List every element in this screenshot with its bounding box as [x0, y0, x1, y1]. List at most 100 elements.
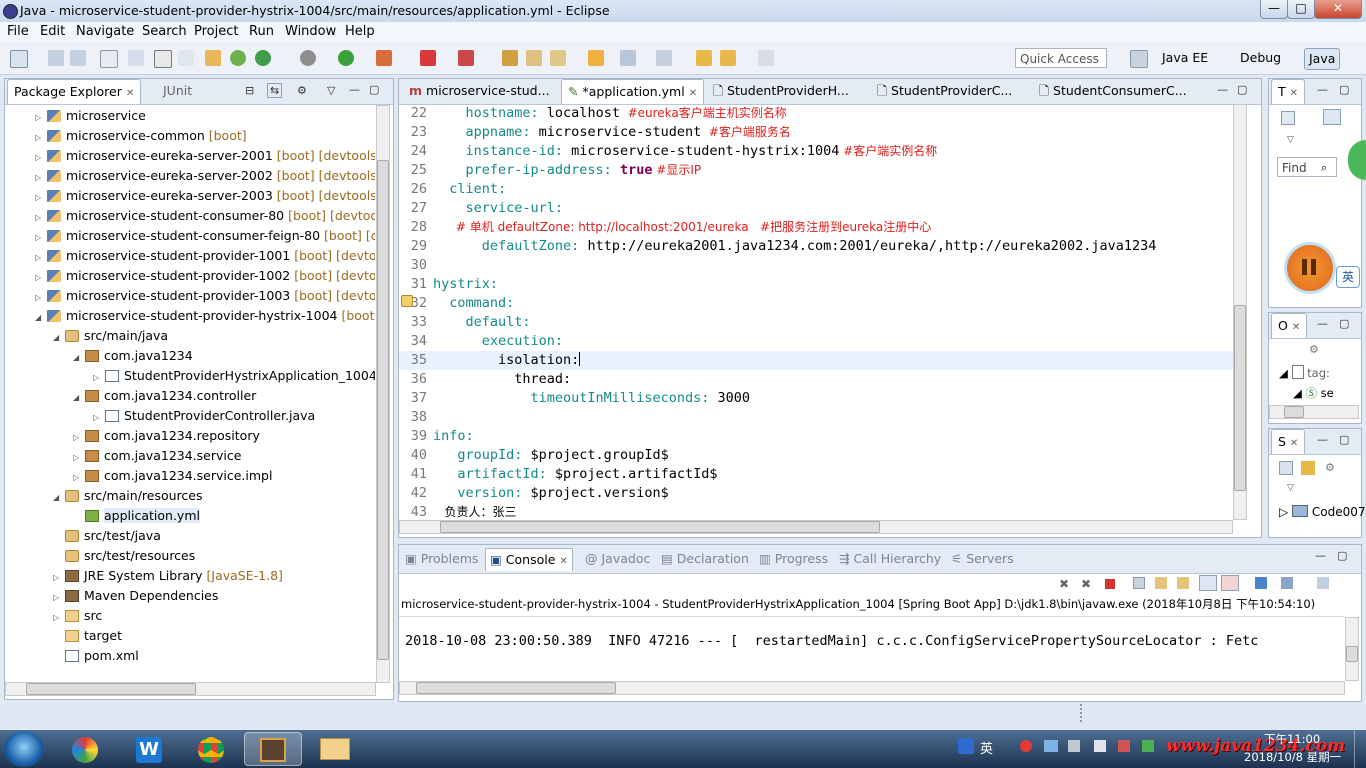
outline-toolbar-icon[interactable]: ⚙ — [1309, 343, 1319, 356]
tree-item[interactable]: ▷ JRE System Library [JavaSE-1.8] — [5, 566, 375, 586]
tree-item[interactable]: ◢ microservice-student-provider-hystrix-1… — [5, 306, 375, 326]
minimize-view-button[interactable]: — — [1315, 549, 1326, 562]
refresh-icon[interactable] — [230, 50, 246, 66]
open-task-icon[interactable] — [526, 50, 542, 66]
menu-run[interactable]: Run — [249, 24, 274, 39]
tray-usb-icon[interactable] — [1094, 740, 1106, 752]
record-pause-icon[interactable] — [1284, 242, 1336, 294]
tab-editor-student-provider-c[interactable]: 🗋 StudentProviderC... — [871, 79, 1018, 103]
menu-search[interactable]: Search — [142, 24, 187, 39]
tab-javadoc[interactable]: @ Javadoc — [585, 548, 650, 570]
maximize-view-button[interactable]: ▢ — [1237, 83, 1247, 96]
tab-console[interactable]: ▣ Console ✕ — [485, 548, 573, 571]
editor-vscrollbar[interactable] — [1233, 104, 1247, 520]
tree-item[interactable]: ▷ microservice-student-consumer-feign-80 … — [5, 226, 375, 246]
minimize-view-button[interactable]: — — [1317, 83, 1328, 96]
outline-item[interactable]: ◢ tag: — [1279, 365, 1330, 380]
menu-project[interactable]: Project — [194, 24, 238, 39]
maximize-view-button[interactable]: ▢ — [369, 83, 379, 96]
tree-item[interactable]: ▷ microservice-student-provider-1003 [boo… — [5, 286, 375, 306]
maximize-view-button[interactable]: ▢ — [1337, 549, 1347, 562]
maximize-view-button[interactable]: ▢ — [1339, 317, 1349, 330]
tray-network-icon[interactable] — [1068, 740, 1080, 752]
perspective-debug[interactable]: Debug — [1236, 48, 1285, 68]
open-type-icon[interactable] — [502, 50, 518, 66]
minimize-view-button[interactable]: — — [1317, 317, 1328, 330]
tree-item[interactable]: ▷ microservice-eureka-server-2001 [boot] … — [5, 146, 375, 166]
tab-problems[interactable]: ▣ Problems — [405, 548, 478, 570]
tree-item[interactable]: ▷ com.java1234.service — [5, 446, 375, 466]
code-area[interactable]: 22 hostname: localhost #eureka客户端主机实例名称 … — [399, 104, 1233, 520]
chevron-down-icon[interactable]: ▽ — [1287, 135, 1294, 145]
toggle-icon[interactable] — [154, 50, 172, 68]
ime-mode-label[interactable]: 英 — [980, 738, 993, 757]
tab-progress[interactable]: ▥ Progress — [759, 548, 828, 570]
ime-icon[interactable] — [958, 738, 974, 754]
tree-item[interactable]: ▷ microservice-eureka-server-2003 [boot] … — [5, 186, 375, 206]
tray-app-icon[interactable] — [1020, 740, 1032, 752]
display-console-icon[interactable] — [1281, 577, 1293, 589]
editor-hscrollbar[interactable] — [399, 520, 1233, 534]
search-icon[interactable]: ⌕ — [1321, 161, 1327, 175]
clock-time[interactable]: 下午11:00 — [1264, 731, 1320, 747]
run-icon[interactable] — [338, 50, 354, 66]
web-icon[interactable] — [255, 50, 271, 66]
tree-item[interactable]: ▷ microservice-student-consumer-80 [boot]… — [5, 206, 375, 226]
taskbar-app-wps[interactable]: W — [120, 732, 178, 766]
resize-grip[interactable] — [1080, 704, 1082, 724]
pin-console-icon[interactable] — [1255, 577, 1267, 589]
tree-item[interactable]: ◢ com.java1234 — [5, 346, 375, 366]
open-console-icon[interactable] — [1317, 577, 1329, 589]
close-icon[interactable]: ✕ — [689, 88, 697, 99]
collapse-all-icon[interactable]: ⊟ — [245, 84, 254, 97]
open-perspective-icon[interactable] — [1130, 50, 1148, 68]
search-icon[interactable] — [128, 50, 144, 66]
tree-item[interactable]: ◢ com.java1234.controller — [5, 386, 375, 406]
tree-item[interactable]: ▷ src — [5, 606, 375, 626]
minimize-view-button[interactable]: — — [1317, 433, 1328, 446]
close-button[interactable]: ✕ — [1314, 0, 1362, 19]
print-icon[interactable] — [100, 50, 118, 68]
taskbar-app-explorer[interactable] — [306, 732, 364, 766]
close-icon[interactable]: ✕ — [126, 88, 134, 99]
tree-item[interactable]: ▷ Maven Dependencies — [5, 586, 375, 606]
taskbar-app-eclipse[interactable] — [244, 732, 302, 766]
maximize-view-button[interactable]: ▢ — [1339, 433, 1349, 446]
console-vscrollbar[interactable] — [1345, 617, 1359, 681]
annotation-icon[interactable] — [550, 50, 566, 66]
view-menu-icon[interactable]: ⚙ — [297, 84, 307, 97]
tree-item[interactable]: src/test/java — [5, 526, 375, 546]
clear-console-icon[interactable] — [1133, 577, 1145, 589]
back-icon[interactable] — [696, 50, 712, 66]
chevron-down-icon[interactable]: ▽ — [327, 84, 335, 97]
clock-date[interactable]: 2018/10/8 星期一 — [1244, 749, 1341, 765]
tab-task-list[interactable]: T ✕ — [1271, 79, 1306, 104]
maximize-button[interactable]: □ — [1287, 0, 1315, 19]
tab-editor-application-yml[interactable]: ✎ *application.yml ✕ — [561, 79, 705, 104]
server-item[interactable]: ▷ Code007 — [1279, 505, 1366, 519]
close-icon[interactable]: ✕ — [559, 556, 567, 567]
tree-item[interactable]: pom.xml — [5, 646, 375, 666]
perspective-java-ee[interactable]: Java EE — [1158, 48, 1212, 68]
prev-annotation-icon[interactable] — [656, 50, 672, 66]
close-icon[interactable]: ✕ — [1292, 322, 1300, 333]
minimize-view-button[interactable]: — — [1217, 83, 1228, 96]
tab-servers-side[interactable]: S ✕ — [1271, 429, 1306, 454]
scroll-thumb[interactable] — [26, 683, 196, 695]
tray-shield-icon[interactable] — [1118, 740, 1130, 752]
explorer-vscrollbar[interactable] — [376, 105, 390, 683]
find-input[interactable]: Find — [1277, 157, 1337, 177]
tray-cloud-icon[interactable] — [1044, 740, 1058, 752]
tab-outline[interactable]: O ✕ — [1271, 313, 1308, 338]
outline-item[interactable]: ◢ Ⓢ se — [1293, 385, 1334, 401]
debug-icon[interactable] — [300, 50, 316, 66]
new-icon[interactable] — [10, 50, 28, 68]
close-icon[interactable]: ✕ — [1290, 88, 1298, 99]
console-hscrollbar[interactable] — [399, 681, 1345, 695]
tree-item[interactable]: ▷ microservice — [5, 106, 375, 126]
scroll-thumb[interactable] — [416, 682, 616, 694]
outline-hscrollbar[interactable] — [1269, 405, 1359, 419]
folder-icon[interactable] — [588, 50, 604, 66]
terminate-icon[interactable] — [420, 50, 436, 66]
tray-green-icon[interactable] — [1142, 740, 1154, 752]
